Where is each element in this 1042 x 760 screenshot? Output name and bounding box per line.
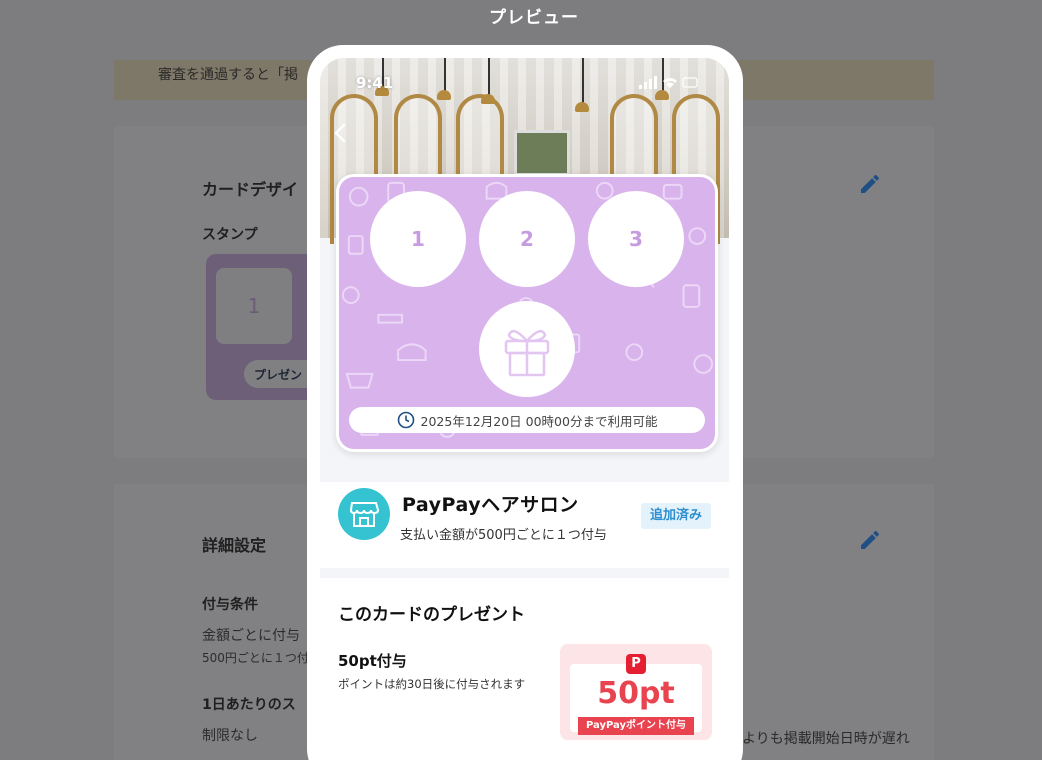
notice-text: 審査を通過すると「掲	[158, 67, 298, 83]
grant-condition-value: 金額ごとに付与	[202, 628, 300, 644]
stamp-slot-2: 2	[479, 191, 575, 287]
expiry-text: 2025年12月20日 00時00分まで利用可能	[420, 413, 658, 429]
schedule-warning-text: よりも掲載開始日時が遅れ	[742, 731, 910, 747]
points-value: 50pt	[597, 676, 675, 711]
present-section: このカードのプレゼント 50pt付与 ポイントは約30日後に付与されます P 5…	[320, 578, 729, 760]
expiry-pill: 2025年12月20日 00時00分まで利用可能	[349, 407, 705, 433]
paypay-points-image: P 50pt PayPayポイント付与	[560, 644, 712, 740]
pencil-icon[interactable]	[858, 172, 882, 196]
daily-limit-value: 制限なし	[202, 728, 258, 744]
mini-stamp: 1	[216, 268, 292, 344]
gift-stamp-slot	[479, 301, 575, 397]
shop-logo	[338, 488, 390, 540]
shop-description: 支払い金額が500円ごとに１つ付与	[400, 528, 607, 543]
present-section-title: このカードのプレゼント	[338, 605, 525, 625]
stamp-card: 1 2 3 2025年12月20日 00時00分まで利用可能	[336, 174, 718, 452]
present-note: ポイントは約30日後に付与されます	[338, 677, 526, 691]
daily-limit-label: 1日あたりのス	[202, 697, 296, 713]
phone-preview: 9:41 1 2 3 2025年12月20日 00時00分まで利用可能 PayP…	[307, 45, 743, 760]
storefront-icon	[349, 502, 379, 527]
back-chevron-icon[interactable]	[330, 122, 352, 144]
pencil-icon[interactable]	[858, 528, 882, 552]
added-status-badge: 追加済み	[641, 503, 711, 529]
shop-info: PayPayヘアサロン 支払い金額が500円ごとに１つ付与 追加済み	[320, 482, 729, 568]
shop-name: PayPayヘアサロン	[402, 494, 579, 516]
modal-title: プレビュー	[489, 8, 579, 28]
phone-screen: 9:41 1 2 3 2025年12月20日 00時00分まで利用可能 PayP…	[320, 58, 729, 760]
clock-icon	[397, 411, 414, 429]
stamp-label: スタンプ	[202, 227, 258, 243]
status-icons	[639, 76, 698, 89]
points-badge-ribbon: PayPayポイント付与	[578, 717, 694, 735]
status-time: 9:41	[356, 74, 394, 92]
grant-condition-label: 付与条件	[202, 597, 258, 613]
grant-condition-detail: 500円ごとに１つ付	[202, 651, 309, 665]
gift-icon	[504, 329, 550, 377]
present-name: 50pt付与	[338, 652, 407, 670]
stamp-slot-3: 3	[588, 191, 684, 287]
stamp-slot-1: 1	[370, 191, 466, 287]
paypay-logo-icon: P	[626, 654, 646, 674]
detail-settings-heading: 詳細設定	[202, 536, 267, 555]
card-design-heading: カードデザイ	[202, 180, 299, 199]
